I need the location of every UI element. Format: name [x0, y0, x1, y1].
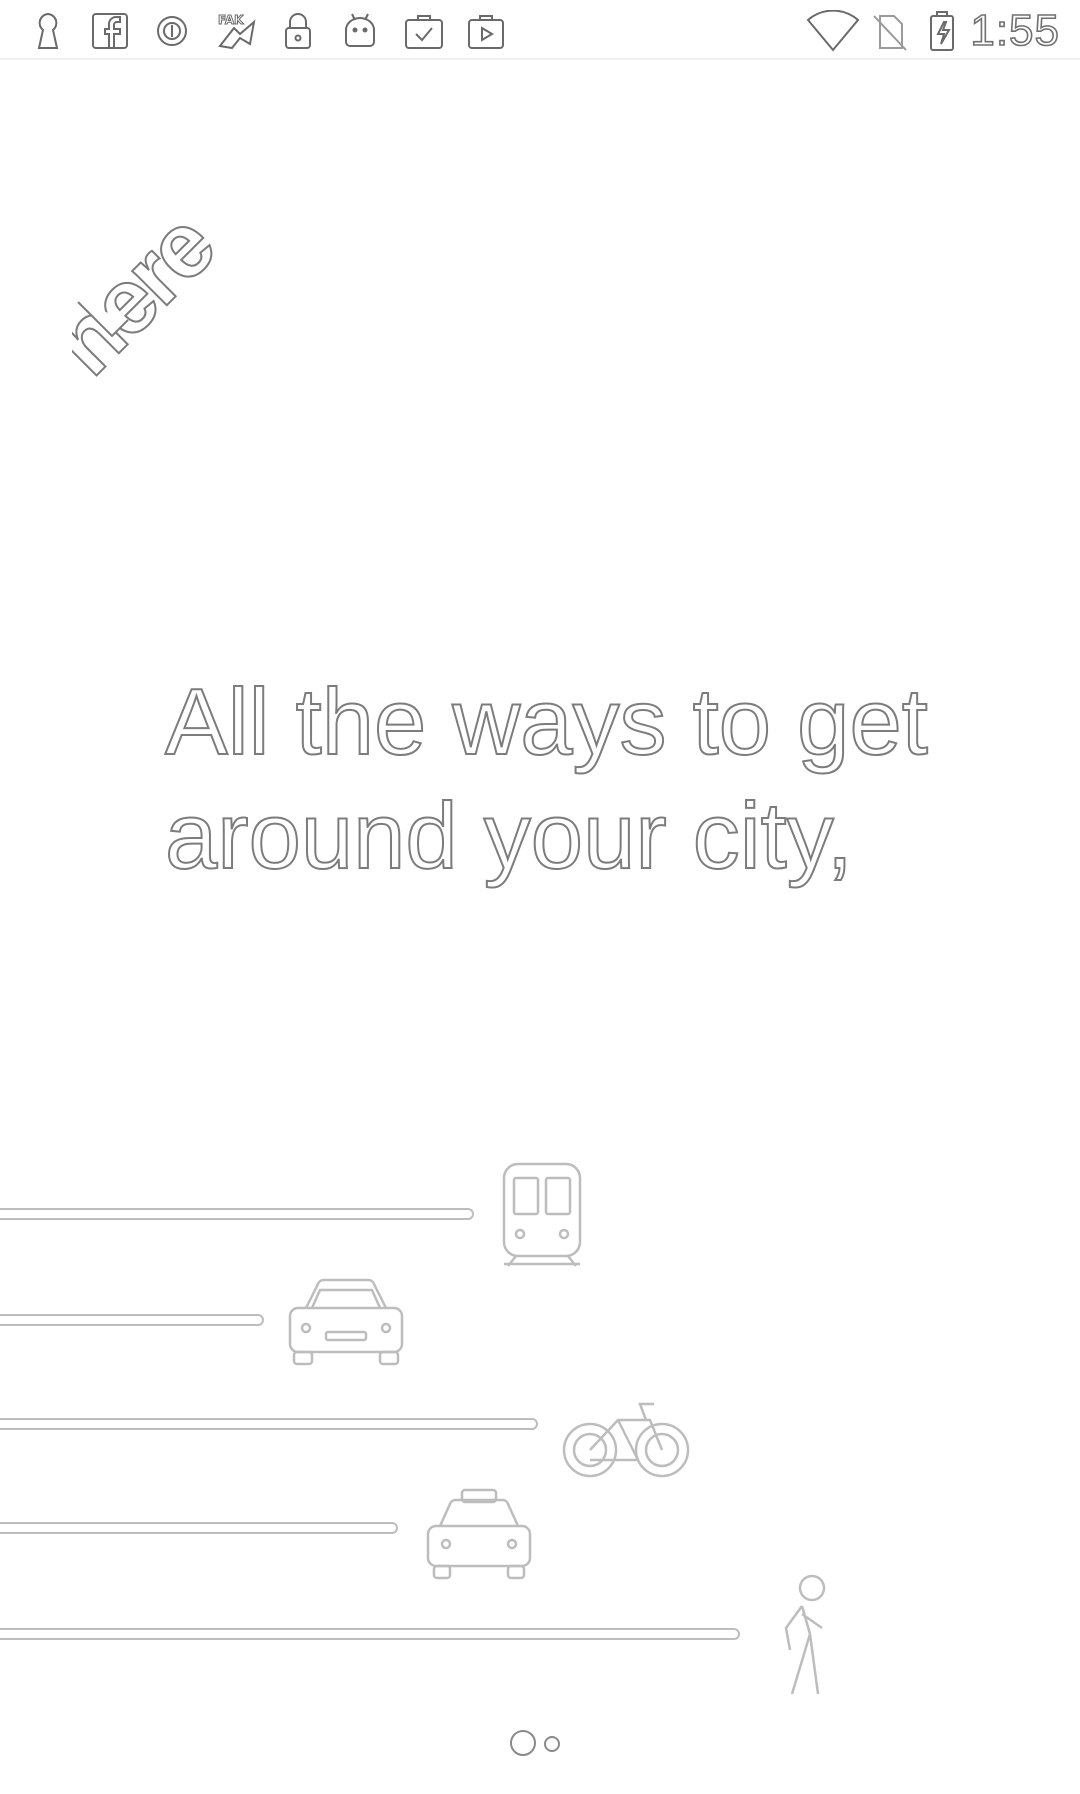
train-route-line: [0, 1208, 474, 1220]
onboarding-headline: All the ways to get around your city,: [164, 665, 985, 893]
car-route-line: [0, 1314, 264, 1326]
play-store-icon: [466, 10, 506, 52]
train-icon: [502, 1160, 582, 1270]
here-logo: here: [33, 170, 332, 400]
clock: 1:55: [970, 5, 1060, 56]
taxi-icon: [424, 1486, 534, 1582]
battery-charging-icon: [926, 10, 958, 52]
news-badge-icon: FAK: [212, 10, 262, 52]
bicycle-icon: [562, 1390, 692, 1480]
lock-icon: [278, 10, 318, 52]
headline-line-2: around your city,: [164, 782, 854, 889]
logo-wordmark: here: [72, 195, 234, 395]
facebook-icon: [90, 10, 130, 52]
wifi-icon: [806, 9, 860, 52]
bicycle-route-line: [0, 1418, 538, 1430]
page-dot-inactive[interactable]: [544, 1736, 560, 1752]
walking-route-line: [0, 1628, 740, 1640]
car-icon: [286, 1274, 406, 1368]
no-sim-icon: [870, 10, 910, 52]
clipboard-check-icon: [402, 10, 446, 52]
svg-text:FAK: FAK: [218, 13, 244, 27]
pedestrian-icon: [760, 1574, 840, 1698]
taxi-route-line: [0, 1522, 398, 1534]
page-indicator: [510, 1728, 590, 1762]
android-icon: [340, 10, 380, 52]
page-dot-active[interactable]: [510, 1730, 536, 1756]
headline-line-1: All the ways to get: [164, 668, 929, 775]
status-bar: FAK 1:55: [0, 0, 1080, 60]
circle-info-icon: [152, 10, 192, 52]
keyhole-icon: [28, 10, 68, 52]
